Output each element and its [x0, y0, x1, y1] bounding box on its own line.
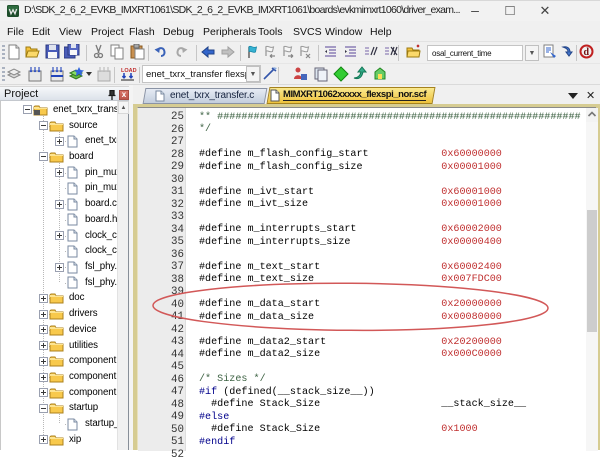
svg-text:d: d — [584, 47, 590, 58]
